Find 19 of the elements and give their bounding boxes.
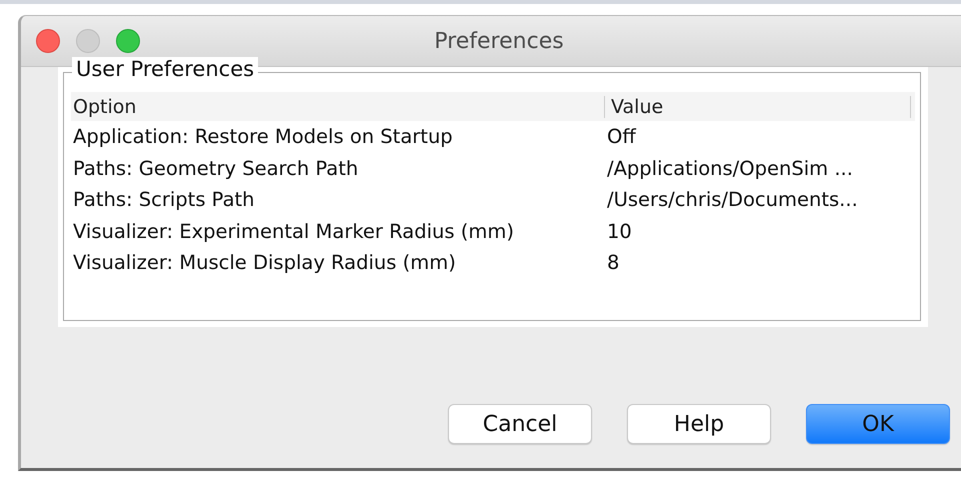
table-cell-text: Paths: Scripts Path	[72, 188, 256, 212]
dialog-button[interactable]: Help	[627, 404, 771, 444]
table-cell-text: /Applications/OpenSim ...	[606, 156, 853, 180]
table-cell-text: Off	[606, 125, 636, 148]
ok-button[interactable]: OK	[806, 404, 950, 444]
minimize-icon	[76, 29, 100, 53]
dialog-button[interactable]: Cancel	[448, 404, 592, 444]
table-cell-text: Visualizer: Experimental Marker Radius (mm)	[72, 220, 515, 243]
window-title: Preferences	[434, 28, 564, 54]
table-cell-text: /Users/chris/Documents...	[606, 188, 858, 212]
table-cell-text: 10	[606, 220, 632, 243]
table-cell-text: 8	[606, 251, 620, 274]
column-header[interactable]: Option	[71, 96, 604, 118]
close-icon[interactable]	[36, 29, 60, 53]
table-cell-text: Application: Restore Models on Startup	[72, 125, 454, 148]
table-cell-text: Visualizer: Muscle Display Radius (mm)	[72, 251, 457, 274]
column-header[interactable]: Value	[604, 96, 911, 118]
table-cell-text: Paths: Geometry Search Path	[72, 156, 360, 180]
zoom-icon[interactable]	[116, 29, 140, 53]
